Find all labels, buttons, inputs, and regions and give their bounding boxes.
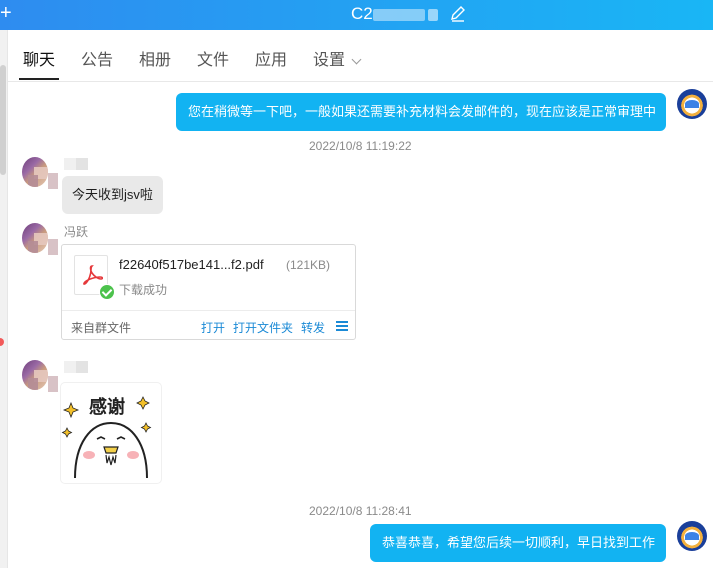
tab-settings[interactable]: 设置 (313, 51, 362, 71)
avatar-redaction (48, 376, 58, 392)
download-status: 下载成功 (119, 283, 168, 297)
edit-icon[interactable] (449, 5, 467, 23)
file-source: 来自群文件 (71, 321, 132, 335)
tab-album[interactable]: 相册 (139, 51, 171, 71)
sender-avatar[interactable] (22, 157, 48, 187)
message-bubble-mine[interactable]: 您在稍微等一下吧，一般如果还需要补充材料会发邮件的，现在应该是正常审理中 (176, 93, 666, 131)
file-message-card[interactable]: f22640f517be141...f2.pdf (121KB) 下载成功 来自… (61, 244, 356, 340)
tab-announcements[interactable]: 公告 (81, 51, 113, 71)
title-bar: + C2 (0, 0, 713, 30)
forward-link[interactable]: 转发 (301, 319, 325, 336)
group-title: C2 (351, 4, 373, 23)
sticker-message[interactable]: 感谢 (61, 383, 161, 483)
message-bubble-mine[interactable]: 恭喜恭喜，希望您后续一切顺利，早日找到工作 (370, 524, 666, 562)
tab-bar: 聊天 公告 相册 文件 应用 设置 (8, 30, 713, 82)
check-circle-icon (99, 284, 115, 300)
file-name[interactable]: f22640f517be141...f2.pdf (119, 257, 264, 272)
my-avatar[interactable] (677, 521, 707, 551)
chevron-down-icon (351, 54, 362, 65)
my-avatar[interactable] (677, 89, 707, 119)
sender-name: 冯跃 (64, 225, 89, 239)
file-size: (121KB) (286, 258, 331, 272)
sticker-image: 感谢 (61, 396, 152, 479)
timestamp: 2022/10/8 11:28:41 (309, 504, 412, 518)
sticker-caption: 感谢 (89, 396, 125, 418)
timestamp: 2022/10/8 11:19:22 (309, 139, 412, 153)
open-file-link[interactable]: 打开 (201, 319, 225, 336)
tab-chat[interactable]: 聊天 (23, 51, 55, 71)
avatar-redaction (48, 239, 58, 255)
title-redacted-end (428, 9, 438, 21)
divider (62, 310, 355, 311)
tab-files[interactable]: 文件 (197, 51, 229, 71)
sender-name-redacted (64, 361, 88, 373)
add-icon[interactable]: + (0, 2, 12, 24)
title-redacted (373, 9, 425, 21)
left-scrollbar[interactable] (0, 65, 6, 175)
menu-lines-icon[interactable] (336, 321, 348, 331)
tab-apps[interactable]: 应用 (255, 51, 287, 71)
message-bubble-other[interactable]: 今天收到jsv啦 (62, 176, 163, 214)
message-text: 您在稍微等一下吧，一般如果还需要补充材料会发邮件的，现在应该是正常审理中 (188, 104, 657, 119)
pdf-icon (74, 255, 115, 300)
message-text: 恭喜恭喜，希望您后续一切顺利，早日找到工作 (382, 535, 656, 550)
tab-settings-label: 设置 (313, 52, 346, 69)
message-text: 今天收到jsv啦 (72, 187, 153, 202)
open-folder-link[interactable]: 打开文件夹 (233, 319, 293, 336)
active-tab-indicator (19, 78, 59, 80)
sender-name-redacted (64, 158, 88, 170)
sender-avatar[interactable] (22, 360, 48, 390)
avatar-redaction (48, 173, 58, 189)
message-list[interactable]: 您在稍微等一下吧，一般如果还需要补充材料会发邮件的，现在应该是正常审理中 202… (8, 83, 713, 568)
sender-avatar[interactable] (22, 223, 48, 253)
